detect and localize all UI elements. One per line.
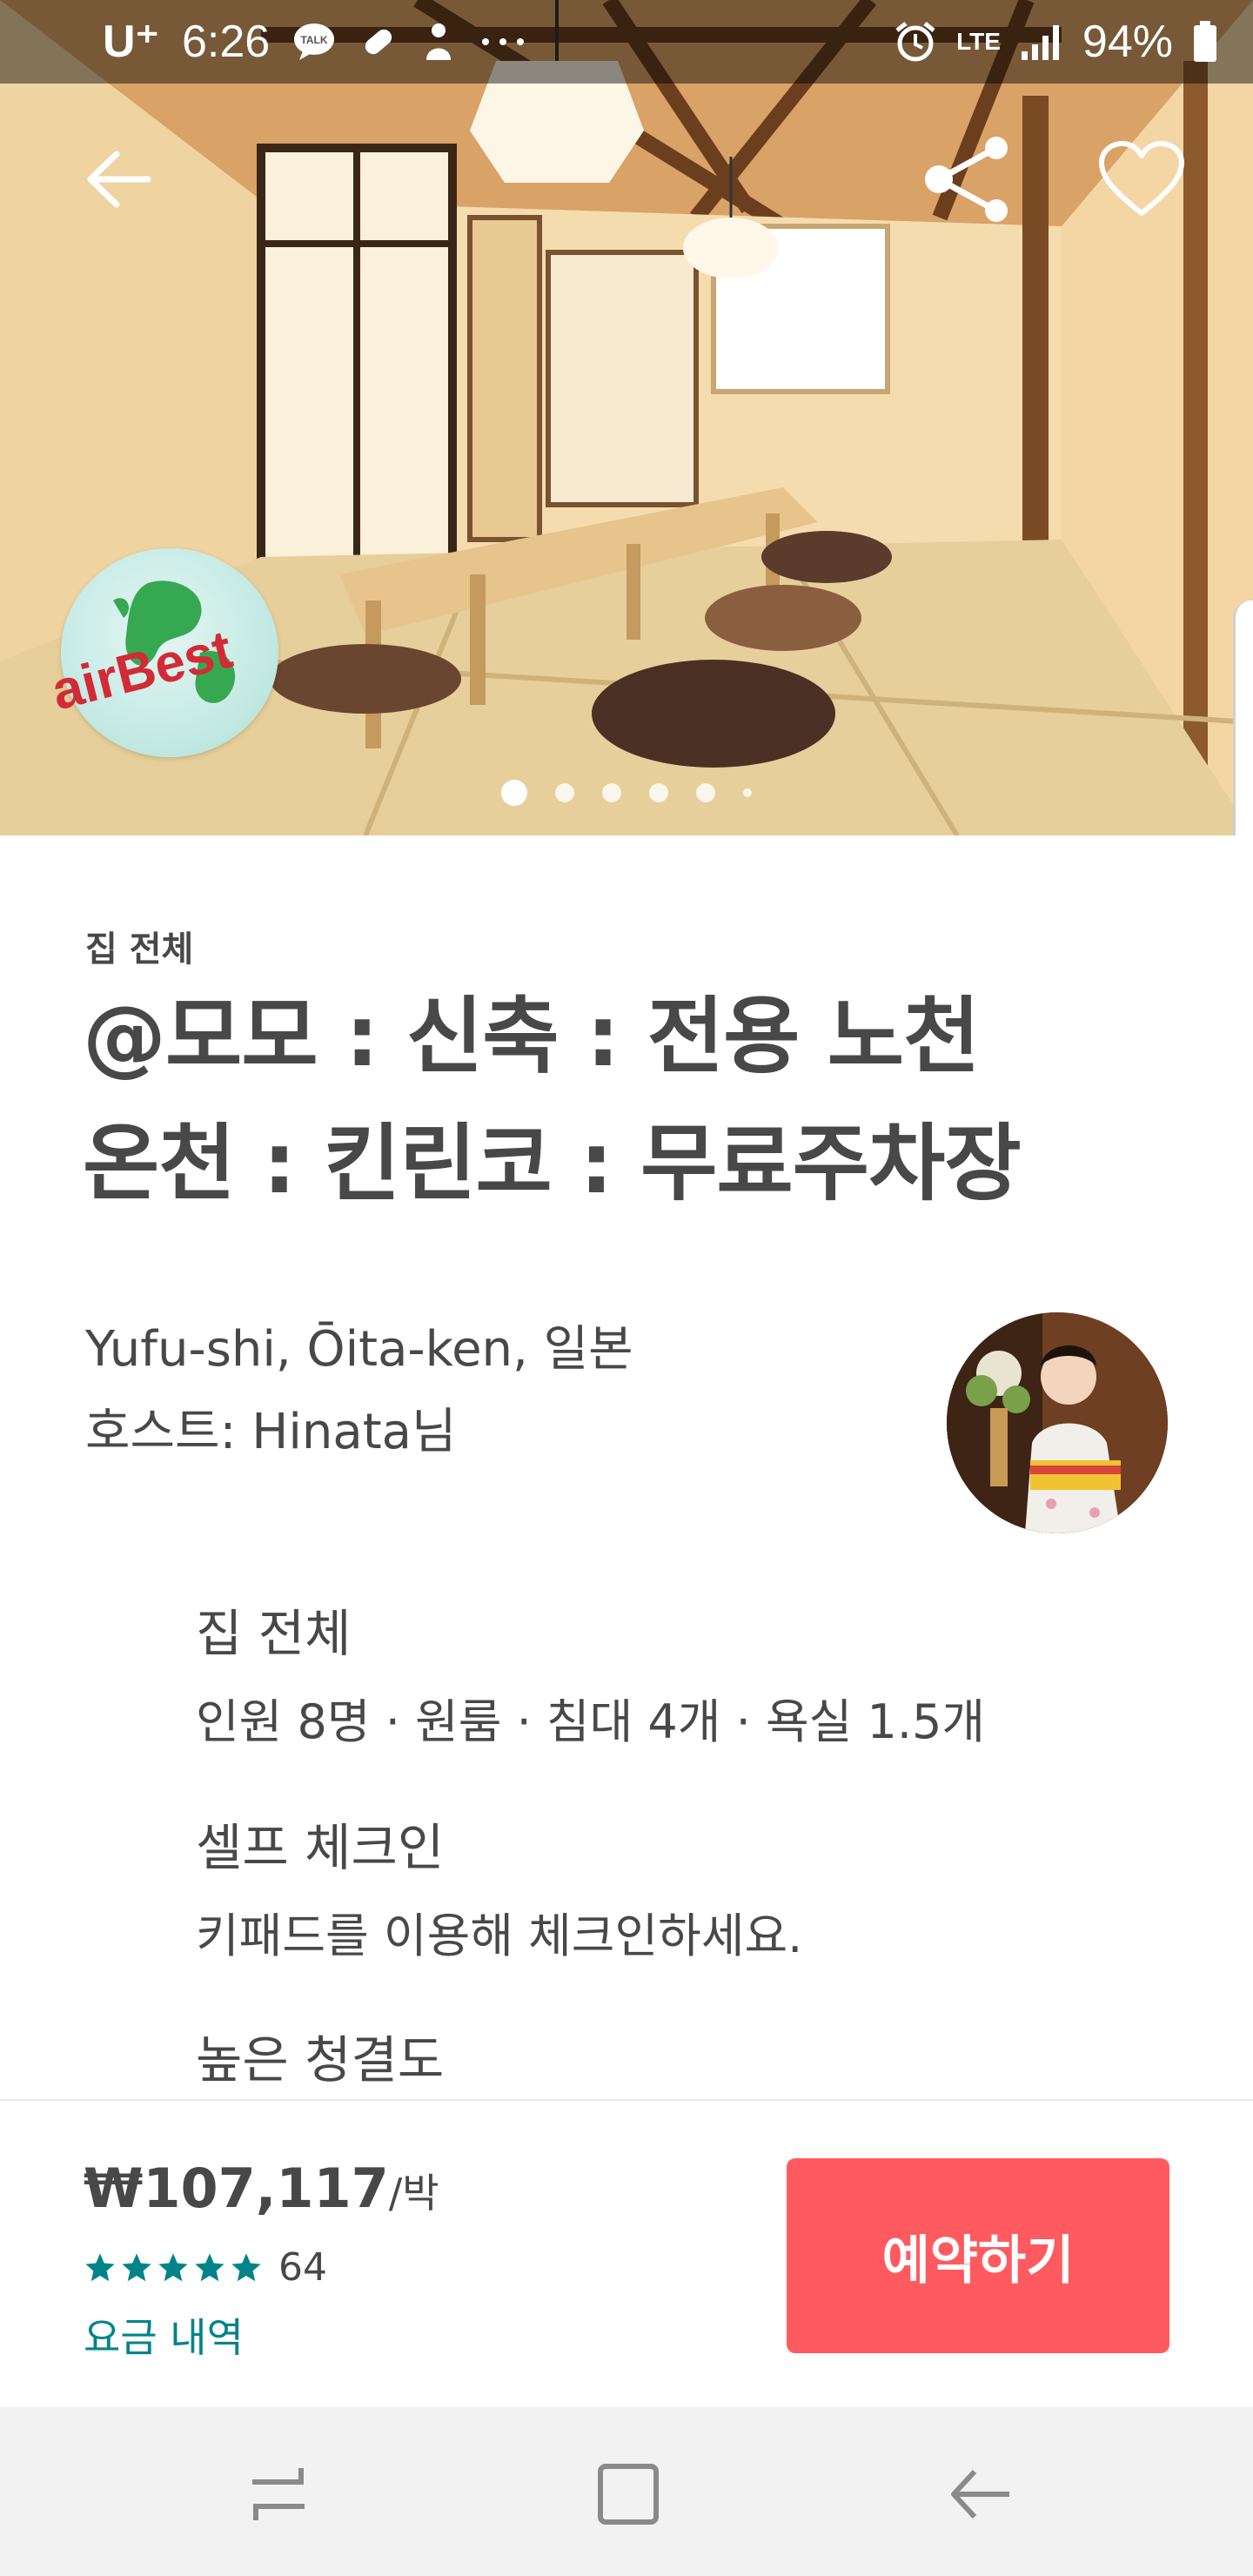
share-button[interactable]	[915, 127, 1020, 231]
listing-title-line2: 온천 : 킨린코 : 무료주차장	[83, 1115, 1022, 1212]
feature-cleanliness: 높은 청결도	[196, 2019, 444, 2092]
back-button[interactable]	[66, 127, 171, 231]
carousel-dot[interactable]	[649, 783, 668, 802]
star-icon	[158, 2252, 188, 2281]
price-amount: ₩107,117	[84, 2157, 389, 2220]
star-icon	[85, 2252, 115, 2281]
carousel-dot[interactable]	[743, 788, 752, 797]
favorite-button[interactable]	[1089, 127, 1194, 231]
heart-icon	[1099, 141, 1184, 216]
price-unit: /박	[388, 2170, 439, 2217]
price-details-link[interactable]: 요금 내역	[84, 2306, 244, 2364]
home-button[interactable]	[585, 2451, 672, 2538]
rating[interactable]: 64	[84, 2245, 327, 2290]
photo-carousel-indicator	[0, 780, 1253, 806]
star-icon	[231, 2252, 261, 2281]
host-photo	[947, 1312, 1168, 1533]
battery-label: 94%	[1082, 17, 1173, 67]
carousel-dot[interactable]	[602, 783, 621, 802]
review-count: 64	[278, 2245, 327, 2290]
carousel-dot[interactable]	[555, 783, 574, 802]
listing-location[interactable]: Yufu-shi, Ōita-ken, 일본	[85, 1310, 633, 1380]
time-label: 6:26	[182, 17, 271, 67]
host-name[interactable]: 호스트: Hinata님	[85, 1392, 457, 1463]
feature-description: 키패드를 이용해 체크인하세요.	[196, 1909, 803, 1963]
share-icon	[925, 137, 1008, 222]
pill-icon	[365, 29, 392, 55]
svg-text:TALK: TALK	[301, 34, 328, 46]
feature-self-checkin: 셀프 체크인 키패드를 이용해 체크인하세요.	[196, 1807, 802, 1966]
signal-icon	[1021, 25, 1059, 60]
back-nav-button[interactable]	[938, 2451, 1025, 2538]
person-icon	[426, 23, 452, 60]
listing-photo[interactable]: airBest	[0, 0, 1253, 835]
reserve-button[interactable]: 예약하기	[787, 2158, 1169, 2353]
home-icon	[598, 2464, 659, 2525]
host-avatar[interactable]	[947, 1312, 1168, 1533]
feature-description: 인원 8명 · 원룸 · 침대 4개 · 욕실 1.5개	[196, 1694, 986, 1749]
back-nav-icon	[951, 2469, 1009, 2519]
more-dots-icon	[482, 38, 525, 45]
star-icon	[195, 2252, 224, 2281]
alarm-icon	[895, 22, 935, 62]
nightly-price: ₩107,117/박	[84, 2157, 439, 2220]
recent-apps-button[interactable]	[235, 2451, 322, 2538]
system-navigation-bar	[0, 2407, 1253, 2576]
battery-icon	[1194, 21, 1216, 62]
feature-title: 집 전체	[196, 1604, 352, 1663]
feature-title: 높은 청결도	[196, 2030, 445, 2090]
recent-apps-icon	[252, 2468, 305, 2520]
listing-type-label: 집 전체	[85, 929, 194, 969]
arrow-left-icon	[87, 151, 151, 208]
carousel-dot[interactable]	[696, 783, 715, 802]
feature-title: 셀프 체크인	[196, 1818, 445, 1877]
carrier-label: U⁺	[103, 17, 159, 67]
listing-title-line1: @모모 : 신축 : 전용 노천	[83, 988, 980, 1085]
listing-title: @모모 : 신축 : 전용 노천 온천 : 킨린코 : 무료주차장	[83, 973, 1179, 1227]
feature-entire-home: 집 전체 인원 8명 · 원룸 · 침대 4개 · 욕실 1.5개	[196, 1593, 985, 1752]
carousel-dot-active[interactable]	[501, 780, 527, 806]
lte-label: LTE	[956, 28, 1001, 55]
status-bar: U⁺ 6:26 TALK LTE 94%	[0, 0, 1253, 84]
talk-icon: TALK	[294, 23, 335, 60]
star-icon	[122, 2252, 151, 2281]
